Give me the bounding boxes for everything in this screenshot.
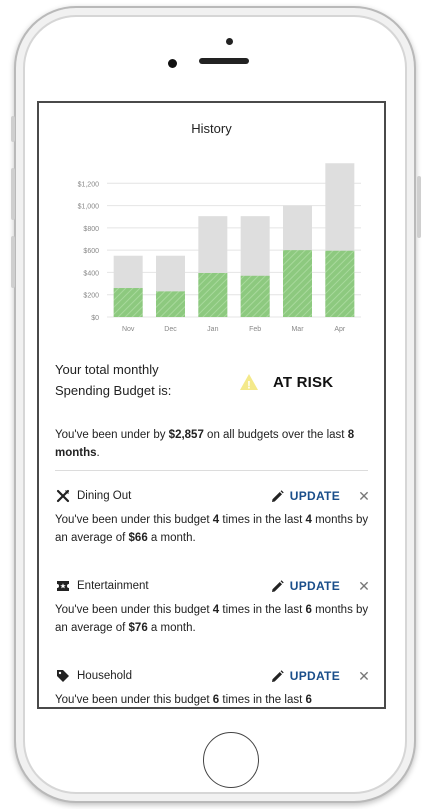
front-camera	[168, 59, 177, 68]
earpiece-speaker	[199, 58, 249, 64]
close-icon[interactable]: ✕	[358, 488, 370, 505]
y-tick-label: $400	[83, 270, 99, 277]
volume-up-button	[11, 168, 15, 220]
x-tick-label: Nov	[122, 326, 135, 333]
y-tick-label: $0	[91, 315, 99, 322]
ticket-icon	[55, 578, 71, 594]
proximity-sensor	[226, 38, 233, 45]
x-tick-label: Mar	[291, 326, 304, 333]
budget-name: Household	[77, 670, 132, 682]
budget-item-dining-out: Dining Out UPDATE ✕ You've been under th…	[55, 486, 370, 547]
spent-bar	[156, 291, 185, 317]
budget-description: You've been under this budget 6 times in…	[55, 694, 312, 706]
history-bar-chart: $0 $200 $400 $600 $800 $1,000 $1,200 Nov Dec Jan F…	[78, 163, 361, 333]
x-tick-label: Feb	[249, 326, 261, 333]
budget-name: Dining Out	[77, 490, 132, 502]
savings-summary: You've been under by $2,857 on all budge…	[55, 429, 355, 459]
divider	[55, 470, 368, 471]
y-tick-label: $800	[83, 226, 99, 233]
update-button[interactable]: UPDATE	[271, 579, 340, 593]
spent-bar	[240, 275, 270, 317]
budget-name: Entertainment	[77, 580, 149, 592]
x-tick-label: Apr	[334, 326, 346, 333]
home-button[interactable]	[203, 732, 259, 788]
fork-knife-icon	[55, 488, 71, 504]
update-button[interactable]: UPDATE	[271, 489, 340, 503]
savings-amount: $2,857	[168, 429, 204, 441]
budget-item-entertainment: Entertainment UPDATE ✕ You've been under…	[55, 576, 370, 637]
power-button	[417, 176, 421, 238]
close-icon[interactable]: ✕	[358, 578, 370, 595]
pencil-icon	[271, 489, 284, 502]
y-tick-label: $1,200	[78, 181, 100, 188]
budget-description: You've been under this budget 4 times in…	[55, 514, 369, 544]
volume-down-button	[11, 236, 15, 288]
spent-bar	[198, 272, 228, 317]
x-tick-label: Jan	[207, 326, 218, 333]
warning-icon: !	[240, 374, 258, 392]
close-icon[interactable]: ✕	[358, 668, 370, 685]
total-budget-label: Your total monthly Spending Budget is:	[55, 362, 172, 398]
pencil-icon	[271, 579, 284, 592]
y-tick-label: $200	[83, 293, 99, 300]
update-button[interactable]: UPDATE	[271, 669, 340, 683]
spent-bar	[283, 250, 312, 317]
budget-item-household: Household UPDATE ✕ You've been under thi…	[55, 666, 370, 707]
spent-bar	[325, 250, 355, 317]
y-tick-label: $600	[83, 248, 99, 255]
risk-status: ! AT RISK	[239, 373, 333, 391]
budget-description: You've been under this budget 4 times in…	[55, 604, 369, 634]
risk-status-label: AT RISK	[273, 373, 334, 391]
mute-switch	[11, 116, 15, 142]
spent-bar	[113, 288, 143, 317]
pencil-icon	[271, 669, 284, 682]
y-tick-label: $1,000	[78, 204, 100, 211]
tag-icon	[55, 668, 71, 684]
app-screen: History $0 $200 $400 $600 $800 $1,000 $1,200 No…	[37, 101, 386, 709]
svg-text:!: !	[247, 380, 251, 392]
x-tick-label: Dec	[164, 326, 177, 333]
page-title: History	[191, 121, 232, 136]
